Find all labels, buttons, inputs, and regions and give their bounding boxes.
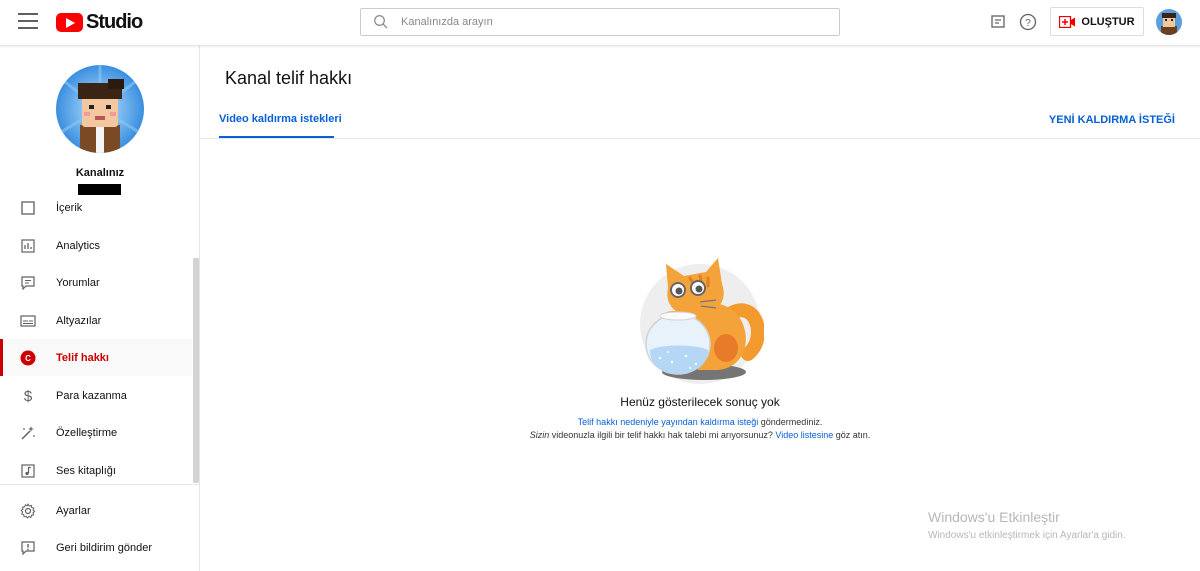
copyright-icon: C [20, 350, 36, 366]
empty-line-2-italic: Sizin [529, 430, 550, 440]
content-icon [20, 200, 36, 216]
sidebar-divider [0, 484, 200, 485]
search-box[interactable] [360, 8, 840, 36]
sidebar-item-label: Para kazanma [56, 389, 127, 402]
sidebar-item-feedback[interactable]: Geri bildirim gönder [0, 529, 192, 566]
sidebar-item-content[interactable]: İçerik [0, 198, 192, 226]
new-removal-request-button[interactable]: YENİ KALDIRMA İSTEĞİ [1049, 114, 1175, 126]
sidebar-item-label: İçerik [56, 201, 83, 214]
redacted-channel-name [78, 184, 121, 195]
search-input[interactable] [401, 16, 801, 28]
empty-line-1-text: göndermediniz. [758, 417, 823, 427]
empty-state-cat-illustration [638, 258, 765, 386]
help-icon[interactable]: ? [1018, 12, 1038, 32]
sidebar-nav: İçerik Analytics Yorumlar Altyazılar C T… [0, 198, 200, 484]
magic-wand-icon [20, 425, 36, 441]
svg-text:C: C [25, 354, 31, 363]
studio-logo[interactable]: Studio [56, 10, 143, 34]
empty-state-line-2: Sizin videonuzla ilgili bir telif hakkı … [200, 430, 1200, 440]
audio-library-icon [20, 463, 36, 479]
search-icon [361, 14, 401, 30]
sidebar-item-label: Geri bildirim gönder [56, 541, 152, 554]
sidebar-item-label: Telif hakkı [56, 351, 109, 364]
create-video-icon [1059, 15, 1076, 28]
sidebar-item-analytics[interactable]: Analytics [0, 227, 192, 264]
create-button-label: OLUŞTUR [1081, 15, 1135, 28]
sidebar: Kanalınız İçerik Analytics Yorumlar Alty… [0, 46, 200, 571]
feedback-icon [20, 540, 36, 556]
sidebar-item-comments[interactable]: Yorumlar [0, 264, 192, 301]
youtube-play-icon [56, 12, 83, 32]
empty-line-2-end: göz atın. [833, 430, 871, 440]
svg-text:$: $ [24, 388, 33, 404]
gear-icon [20, 502, 36, 519]
sidebar-item-customization[interactable]: Özelleştirme [0, 414, 192, 451]
tab-divider [200, 138, 1200, 139]
top-header: Studio ? OLUŞTUR [0, 0, 1200, 46]
sidebar-item-label: Yorumlar [56, 276, 100, 289]
video-list-link[interactable]: Video listesine [775, 430, 833, 440]
channel-name-label: Kanalınız [75, 167, 125, 179]
dollar-icon: $ [20, 388, 36, 404]
main-content: Kanal telif hakkı Video kaldırma istekle… [200, 46, 1200, 571]
sidebar-scrollbar[interactable] [193, 258, 199, 483]
sidebar-item-label: Özelleştirme [56, 426, 118, 439]
windows-activation-title: Windows'u Etkinleştir [928, 509, 1060, 525]
account-avatar[interactable] [1156, 9, 1182, 35]
page-title: Kanal telif hakkı [225, 68, 353, 88]
sidebar-item-audio-library[interactable]: Ses kitaplığı [0, 452, 192, 484]
hamburger-menu-icon[interactable] [18, 13, 38, 29]
removal-request-link[interactable]: Telif hakkı nedeniyle yayından kaldırma … [578, 417, 759, 427]
sidebar-item-settings[interactable]: Ayarlar [0, 492, 192, 529]
sidebar-item-label: Analytics [56, 239, 101, 252]
empty-line-2-text: videonuzla ilgili bir telif hakkı hak ta… [549, 430, 776, 440]
empty-state-title: Henüz gösterilecek sonuç yok [620, 395, 780, 409]
windows-activation-subtitle: Windows'u etkinleştirmek için Ayarlar'a … [928, 530, 1126, 541]
sidebar-item-label: Ses kitaplığı [56, 464, 116, 477]
sidebar-item-label: Ayarlar [56, 504, 91, 517]
logo-text: Studio [86, 10, 143, 33]
subtitles-icon [20, 313, 36, 329]
empty-state-line-1: Telif hakkı nedeniyle yayından kaldırma … [200, 417, 1200, 427]
comments-icon [20, 275, 36, 291]
sidebar-item-subtitles[interactable]: Altyazılar [0, 302, 192, 339]
channel-avatar[interactable] [56, 65, 144, 153]
tab-video-removal-requests[interactable]: Video kaldırma istekleri [219, 113, 342, 125]
create-button[interactable]: OLUŞTUR [1050, 7, 1144, 36]
sidebar-item-copyright[interactable]: C Telif hakkı [0, 339, 192, 376]
svg-text:?: ? [1025, 18, 1031, 29]
sidebar-item-label: Altyazılar [56, 314, 102, 327]
analytics-icon [20, 238, 36, 254]
sidebar-item-monetization[interactable]: $ Para kazanma [0, 377, 192, 414]
feedback-messages-icon[interactable] [988, 12, 1008, 32]
